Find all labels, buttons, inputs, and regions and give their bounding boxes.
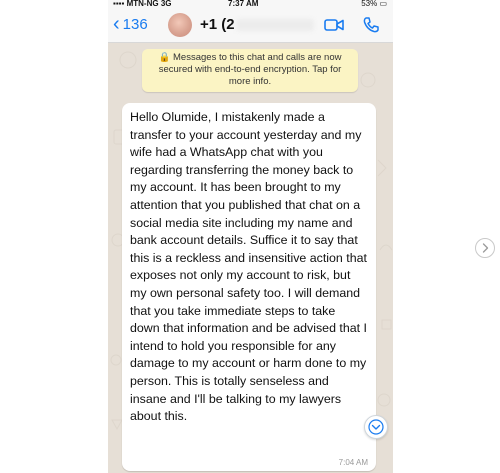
battery-percent: 53% xyxy=(361,0,378,8)
battery-icon: ▭ xyxy=(379,0,387,8)
lock-icon: 🔒 xyxy=(158,52,171,63)
back-button[interactable]: ‹ 136 xyxy=(113,13,148,35)
message-timestamp: 7:04 AM xyxy=(338,458,368,467)
chat-header: ‹ 136 +1 (2 xyxy=(108,8,393,43)
contact-name[interactable]: +1 (2 xyxy=(200,16,235,33)
encryption-notice[interactable]: 🔒 Messages to this chat and calls are no… xyxy=(142,49,358,92)
chevron-down-circle-icon xyxy=(368,419,384,435)
chevron-right-icon xyxy=(482,243,489,253)
scroll-down-button[interactable] xyxy=(364,415,388,439)
phone-call-icon[interactable] xyxy=(362,16,380,34)
network-label: 3G xyxy=(160,0,172,8)
carrier-label: MTN-NG xyxy=(126,0,159,8)
status-bar: ▪▪▪▪ MTN-NG 3G 7:37 AM 53% ▭ xyxy=(108,0,393,8)
carrier-signal: ▪▪▪▪ MTN-NG 3G xyxy=(113,0,171,8)
battery-indicator: 53% ▭ xyxy=(361,0,387,8)
avatar[interactable] xyxy=(168,13,192,37)
chevron-left-icon: ‹ xyxy=(113,13,120,35)
unread-count: 136 xyxy=(122,15,148,33)
signal-bars-icon: ▪▪▪▪ xyxy=(113,0,125,8)
phone-screen: ▪▪▪▪ MTN-NG 3G 7:37 AM 53% ▭ ‹ 136 +1 (2… xyxy=(108,0,393,473)
message-text: Hello Olumide, I mistakenly made a trans… xyxy=(130,110,367,424)
message-bubble[interactable]: Hello Olumide, I mistakenly made a trans… xyxy=(122,103,376,471)
video-call-icon[interactable] xyxy=(324,18,344,32)
clock: 7:37 AM xyxy=(228,0,259,8)
encryption-notice-text: Messages to this chat and calls are now … xyxy=(158,52,342,87)
carousel-next-button[interactable] xyxy=(475,238,495,258)
redacted-number xyxy=(236,19,314,31)
